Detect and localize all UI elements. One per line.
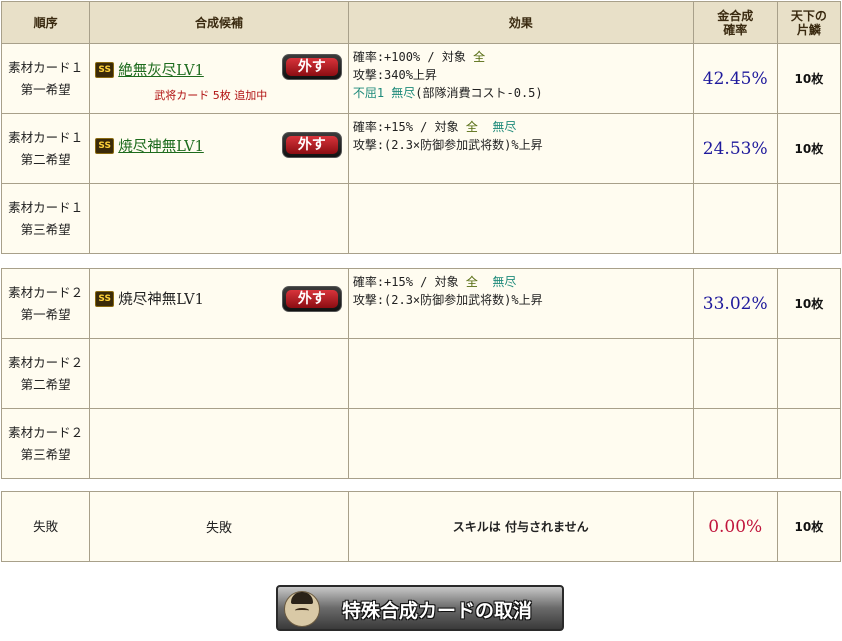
effect-cell: 確率:+100% / 対象 全 攻撃:340%上昇 不屈1 無尽(部隊消費コスト… <box>347 43 694 114</box>
order-cell: 素材カード２ 第三希望 <box>0 408 91 479</box>
order-cell: 素材カード１ 第二希望 <box>0 113 91 184</box>
failure-effect: スキルは 付与されません <box>347 491 694 562</box>
candidate-cell: SS 焼尽神無LV1 外す <box>89 113 349 184</box>
synthesis-table-group1: 順序 合成候補 効果 金合成 確率 天下の 片鱗 素材カード１ 第一希望 SS 絶無灰… <box>0 1 842 254</box>
added-cards-note: 武将カード 5枚 追加中 <box>154 89 268 102</box>
effect-cell: 確率:+15% / 対象 全 無尽 攻撃:(2.3×防御参加武将数)%上昇 <box>347 268 694 339</box>
scale-value: 10枚 <box>776 268 842 339</box>
rarity-ss-icon: SS <box>95 138 115 154</box>
rarity-ss-icon: SS <box>95 291 115 307</box>
effect-cell-empty <box>347 408 694 479</box>
failure-order: 失敗 <box>0 491 91 562</box>
scale-value: 10枚 <box>776 113 842 184</box>
header-effect: 効果 <box>347 1 694 44</box>
rate-value: 33.02% <box>692 268 778 339</box>
effect-cell: 確率:+15% / 対象 全 無尽 攻撃:(2.3×防御参加武将数)%上昇 <box>347 113 694 184</box>
effect-cell-empty <box>347 183 694 254</box>
candidate-cell-empty[interactable] <box>89 338 349 409</box>
table-header-row: 順序 合成候補 効果 金合成 確率 天下の 片鱗 <box>0 1 842 44</box>
rate-cell-empty <box>692 183 778 254</box>
character-portrait-icon <box>284 591 320 627</box>
order-cell: 素材カード１ 第一希望 <box>0 43 91 114</box>
table-row: 素材カード１ 第一希望 SS 絶無灰尽LV1 武将カード 5枚 追加中 外す 確率… <box>0 43 842 114</box>
remove-button[interactable]: 外す <box>281 132 342 158</box>
cancel-button-label: 特殊合成カードの取消 <box>342 600 533 622</box>
table-row: 素材カード２ 第二希望 <box>0 338 842 409</box>
scale-cell-empty <box>776 338 842 409</box>
remove-button[interactable]: 外す <box>281 54 342 80</box>
synthesis-table-failure: 失敗 失敗 スキルは 付与されません 0.00% 10枚 <box>0 491 842 562</box>
cancel-special-synthesis-button[interactable]: 特殊合成カードの取消 <box>276 585 564 631</box>
candidate-cell: SS 絶無灰尽LV1 武将カード 5枚 追加中 外す <box>89 43 349 114</box>
rate-value: 24.53% <box>692 113 778 184</box>
order-cell: 素材カード２ 第二希望 <box>0 338 91 409</box>
candidate-cell-empty[interactable] <box>89 183 349 254</box>
effect-cell-empty <box>347 338 694 409</box>
candidate-name-link[interactable]: 焼尽神無LV1 <box>118 135 204 156</box>
synthesis-table-group2: 素材カード２ 第一希望 SS 焼尽神無LV1 外す 確率:+15% / 対象 全 … <box>0 268 842 479</box>
header-candidate: 合成候補 <box>89 1 349 44</box>
scale-cell-empty <box>776 408 842 479</box>
rarity-ss-icon: SS <box>95 62 115 78</box>
scale-cell-empty <box>776 183 842 254</box>
remove-button[interactable]: 外す <box>281 286 342 312</box>
table-row: 素材カード２ 第三希望 <box>0 408 842 479</box>
table-row: 素材カード１ 第二希望 SS 焼尽神無LV1 外す 確率:+15% / 対象 全 … <box>0 113 842 184</box>
failure-scale: 10枚 <box>776 491 842 562</box>
header-rate: 金合成 確率 <box>692 1 778 44</box>
candidate-name-link[interactable]: 絶無灰尽LV1 <box>118 59 204 80</box>
order-cell: 素材カード１ 第三希望 <box>0 183 91 254</box>
failure-row: 失敗 失敗 スキルは 付与されません 0.00% 10枚 <box>0 491 842 562</box>
rate-cell-empty <box>692 338 778 409</box>
rate-cell-empty <box>692 408 778 479</box>
failure-candidate: 失敗 <box>89 491 349 562</box>
table-row: 素材カード２ 第一希望 SS 焼尽神無LV1 外す 確率:+15% / 対象 全 … <box>0 268 842 339</box>
scale-value: 10枚 <box>776 43 842 114</box>
table-row: 素材カード１ 第三希望 <box>0 183 842 254</box>
rate-value: 42.45% <box>692 43 778 114</box>
order-cell: 素材カード２ 第一希望 <box>0 268 91 339</box>
header-order: 順序 <box>0 1 91 44</box>
candidate-name: 焼尽神無LV1 <box>118 292 204 308</box>
candidate-cell-empty[interactable] <box>89 408 349 479</box>
failure-rate: 0.00% <box>692 491 778 562</box>
candidate-cell: SS 焼尽神無LV1 外す <box>89 268 349 339</box>
header-scale: 天下の 片鱗 <box>776 1 842 44</box>
